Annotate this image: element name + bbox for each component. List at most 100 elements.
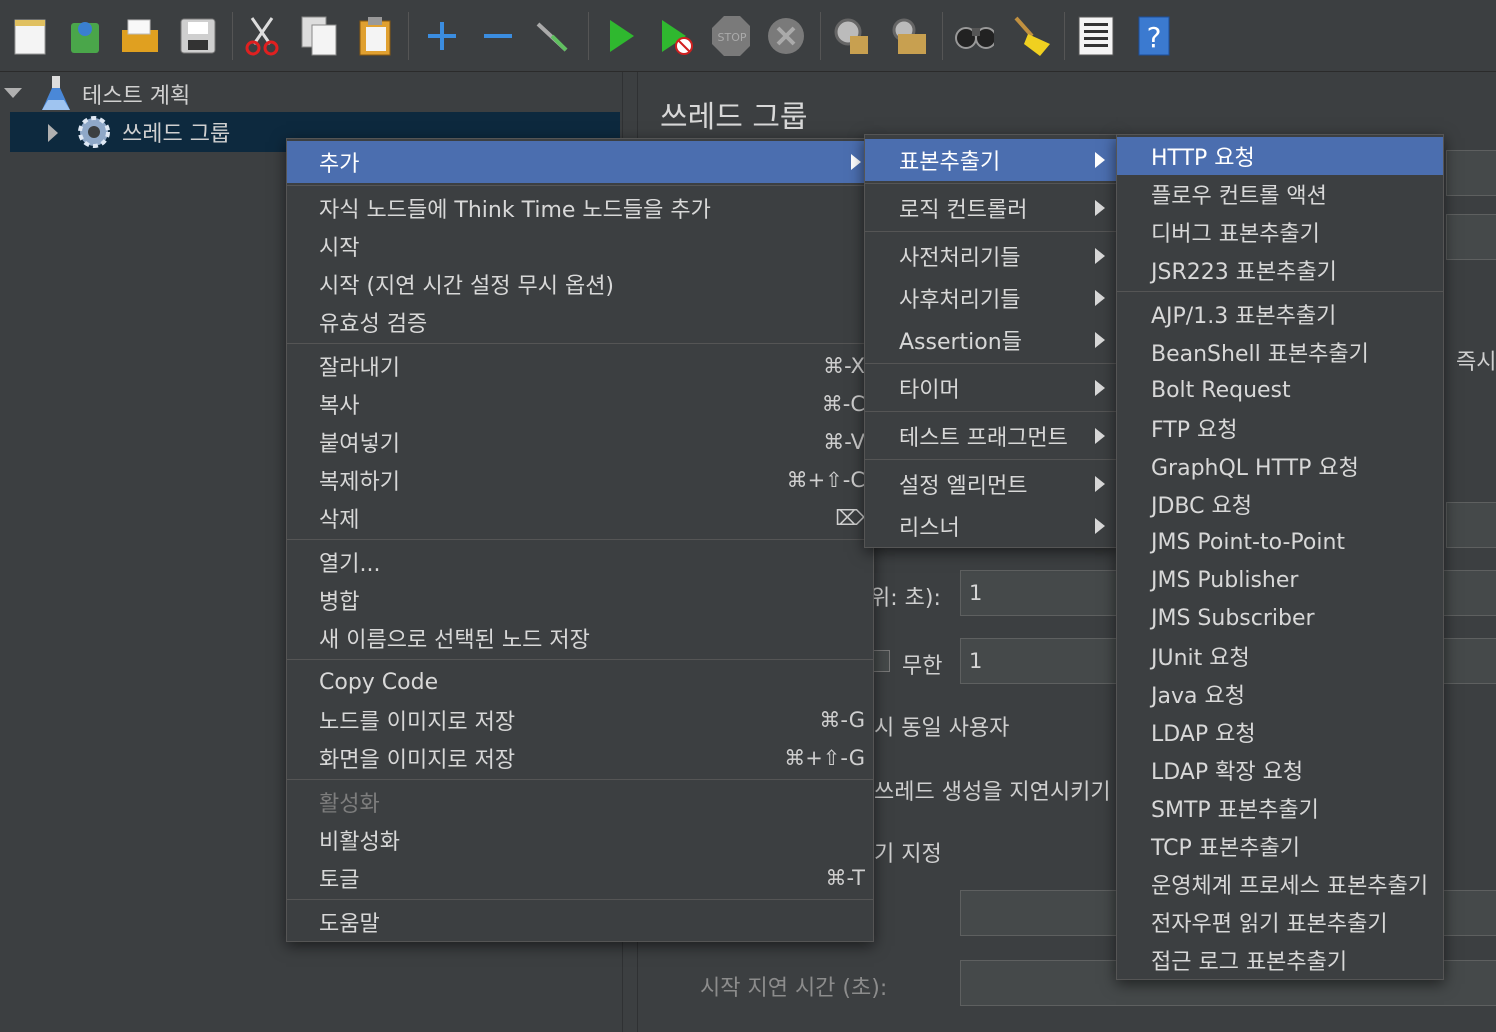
add-submenu-item[interactable]: 타이머: [865, 367, 1117, 409]
sampler-submenu-item[interactable]: Java 요청: [1117, 675, 1443, 713]
sampler-submenu-item[interactable]: AJP/1.3 표본추출기: [1117, 295, 1443, 333]
add-submenu-item[interactable]: Assertion들: [865, 319, 1117, 361]
svg-text:?: ?: [1147, 21, 1162, 54]
add-submenu-item[interactable]: 설정 엘리먼트: [865, 463, 1117, 505]
templates-icon[interactable]: [64, 14, 104, 58]
submenu-arrow-icon: [1095, 152, 1105, 168]
name-field[interactable]: [1446, 150, 1496, 196]
context-menu-item[interactable]: 유효성 검증: [287, 303, 873, 341]
context-menu-item-label: 복사: [319, 394, 360, 419]
users-field[interactable]: [1446, 502, 1496, 548]
sampler-submenu-item-label: JSR223 표본추출기: [1151, 260, 1337, 285]
stop-icon[interactable]: STOP: [710, 14, 750, 58]
add-submenu-item-label: 설정 엘리먼트: [899, 474, 1028, 499]
add-submenu-item-label: 로직 컨트롤러: [899, 198, 1028, 223]
sampler-submenu-item[interactable]: 접근 로그 표본추출기: [1117, 941, 1443, 979]
context-menu-item-label: 잘라내기: [319, 356, 400, 381]
clear-all-icon[interactable]: [888, 14, 928, 58]
submenu-arrow-icon: [1095, 248, 1105, 264]
open-icon[interactable]: [120, 14, 160, 58]
context-menu-item[interactable]: 화면을 이미지로 저장 ⌘+⇧-G: [287, 739, 873, 777]
context-menu-item[interactable]: Copy Code: [287, 663, 873, 701]
context-menu-item[interactable]: 새 이름으로 선택된 노드 저장: [287, 619, 873, 657]
tree-node-test-plan[interactable]: 테스트 계획: [0, 74, 622, 114]
sampler-submenu-item[interactable]: SMTP 표본추출기: [1117, 789, 1443, 827]
menu-separator: [1117, 291, 1443, 292]
sampler-submenu-item-label: FTP 요청: [1151, 418, 1238, 443]
context-menu-item[interactable]: 병합: [287, 581, 873, 619]
add-submenu-item[interactable]: 사후처리기들: [865, 277, 1117, 319]
menu-separator: [287, 659, 873, 660]
context-menu-item[interactable]: 비활성화: [287, 821, 873, 859]
context-menu-item[interactable]: 복제하기 ⌘+⇧-C: [287, 461, 873, 499]
sampler-submenu-item-label: 플로우 컨트롤 액션: [1151, 184, 1327, 209]
context-menu-item[interactable]: 토글 ⌘-T: [287, 859, 873, 897]
context-menu-item[interactable]: 복사 ⌘-C: [287, 385, 873, 423]
collapse-icon[interactable]: [478, 14, 518, 58]
comments-field[interactable]: [1446, 214, 1496, 260]
add-submenu-item[interactable]: 리스너: [865, 505, 1117, 547]
sampler-submenu-item[interactable]: 디버그 표본추출기: [1117, 213, 1443, 251]
context-menu-item-label: 화면을 이미지로 저장: [319, 748, 516, 773]
sampler-submenu-item[interactable]: GraphQL HTTP 요청: [1117, 447, 1443, 485]
sampler-submenu-item-label: LDAP 요청: [1151, 722, 1256, 747]
cut-icon[interactable]: [242, 14, 282, 58]
context-menu-item[interactable]: 자식 노드들에 Think Time 노드들을 추가: [287, 189, 873, 227]
paste-icon[interactable]: [356, 14, 396, 58]
sampler-submenu-item[interactable]: JDBC 요청: [1117, 485, 1443, 523]
collapsed-arrow-icon[interactable]: [48, 124, 60, 142]
save-icon[interactable]: [178, 14, 218, 58]
sampler-submenu-item-label: JMS Publisher: [1151, 567, 1299, 593]
sampler-submenu-item-label: LDAP 확장 요청: [1151, 760, 1304, 785]
context-menu-item[interactable]: 추가: [287, 141, 873, 183]
sampler-submenu-item[interactable]: LDAP 확장 요청: [1117, 751, 1443, 789]
add-submenu: 표본추출기로직 컨트롤러사전처리기들 사후처리기들 Assertion들타이머테스트…: [864, 134, 1118, 548]
sampler-submenu-item[interactable]: BeanShell 표본추출기: [1117, 333, 1443, 371]
copy-icon[interactable]: [300, 14, 340, 58]
context-menu-item[interactable]: 붙여넣기 ⌘-V: [287, 423, 873, 461]
sampler-submenu-item[interactable]: HTTP 요청: [1117, 137, 1443, 175]
context-menu-item[interactable]: 노드를 이미지로 저장 ⌘-G: [287, 701, 873, 739]
add-submenu-item[interactable]: 표본추출기: [865, 139, 1117, 181]
sampler-submenu-item[interactable]: JMS Point-to-Point: [1117, 523, 1443, 561]
tree-node-label: 테스트 계획: [82, 84, 191, 109]
context-menu-item[interactable]: 도움말: [287, 903, 873, 941]
shutdown-icon[interactable]: [766, 14, 806, 58]
context-menu-item[interactable]: 열기...: [287, 543, 873, 581]
add-submenu-item[interactable]: 로직 컨트롤러: [865, 187, 1117, 229]
sampler-submenu-item[interactable]: JSR223 표본추출기: [1117, 251, 1443, 289]
start-icon[interactable]: [600, 14, 640, 58]
sampler-submenu-item[interactable]: TCP 표본추출기: [1117, 827, 1443, 865]
toolbar: STOP ?: [0, 0, 1496, 72]
context-menu-item[interactable]: 잘라내기 ⌘-X: [287, 347, 873, 385]
menu-separator: [865, 183, 1117, 184]
toggle-icon[interactable]: [532, 14, 572, 58]
sampler-submenu-item[interactable]: 플로우 컨트롤 액션: [1117, 175, 1443, 213]
sampler-submenu-item[interactable]: JMS Subscriber: [1117, 599, 1443, 637]
context-menu-item[interactable]: 삭제 ⌦: [287, 499, 873, 537]
context-menu-item[interactable]: 시작: [287, 227, 873, 265]
sampler-submenu-item[interactable]: 전자우편 읽기 표본추출기: [1117, 903, 1443, 941]
search-icon[interactable]: [954, 14, 994, 58]
context-menu-item[interactable]: 시작 (지연 시간 설정 무시 옵션): [287, 265, 873, 303]
expand-arrow-icon[interactable]: [4, 88, 22, 100]
sampler-submenu-item-label: Bolt Request: [1151, 377, 1291, 403]
function-helper-icon[interactable]: [1076, 14, 1116, 58]
start-no-pause-icon[interactable]: [656, 14, 696, 58]
add-submenu-item[interactable]: 사전처리기들: [865, 235, 1117, 277]
sampler-submenu-item[interactable]: JMS Publisher: [1117, 561, 1443, 599]
sampler-submenu-item[interactable]: Bolt Request: [1117, 371, 1443, 409]
scheduler-label: 기 지정: [874, 842, 942, 867]
add-submenu-item-label: Assertion들: [899, 330, 1022, 355]
sampler-submenu-item[interactable]: JUnit 요청: [1117, 637, 1443, 675]
page-title: 쓰레드 그룹: [660, 100, 808, 135]
expand-icon[interactable]: [422, 14, 462, 58]
sampler-submenu-item[interactable]: 운영체계 프로세스 표본추출기: [1117, 865, 1443, 903]
clear-icon[interactable]: [830, 14, 870, 58]
reset-search-icon[interactable]: [1010, 14, 1050, 58]
sampler-submenu-item[interactable]: FTP 요청: [1117, 409, 1443, 447]
new-icon[interactable]: [10, 14, 50, 58]
add-submenu-item[interactable]: 테스트 프래그먼트: [865, 415, 1117, 457]
help-icon[interactable]: ?: [1134, 14, 1174, 58]
sampler-submenu-item[interactable]: LDAP 요청: [1117, 713, 1443, 751]
